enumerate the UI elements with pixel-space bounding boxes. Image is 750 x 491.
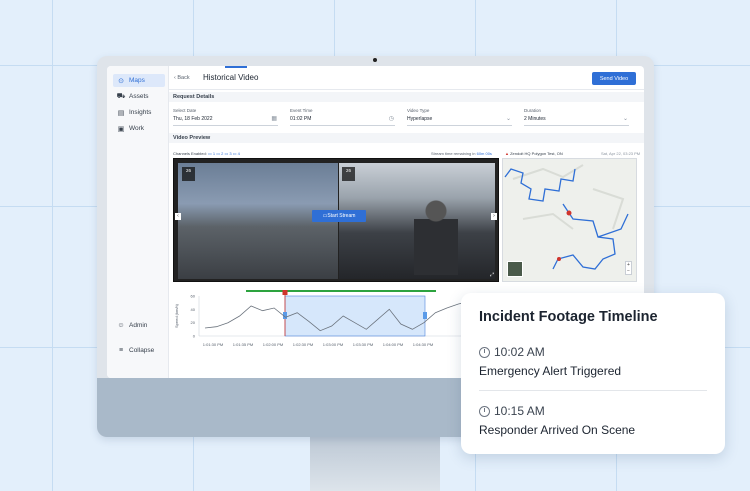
sidebar-item-label: Work bbox=[129, 125, 145, 132]
stream-time-note: Stream time remaining in 60m 00s bbox=[431, 151, 492, 156]
chevron-down-icon: ⌄ bbox=[505, 116, 511, 122]
card-title: Incident Footage Timeline bbox=[479, 309, 658, 325]
select-date-field[interactable]: Select Date Thu, 18 Feb 2022 ▦ bbox=[173, 108, 278, 126]
prev-arrow-button[interactable]: ‹ bbox=[175, 213, 181, 220]
x-tick-label: 1:04:00 PM bbox=[383, 342, 403, 347]
channel-2-toggle[interactable]: ▭ 2 bbox=[216, 151, 223, 156]
calendar-icon: ▦ bbox=[271, 116, 277, 122]
x-tick-label: 1:03:00 PM bbox=[323, 342, 343, 347]
event-marker-handle bbox=[282, 290, 288, 295]
briefcase-icon: ▣ bbox=[117, 125, 125, 133]
x-tick-label: 1:02:00 PM bbox=[263, 342, 283, 347]
video-type-select[interactable]: Video Type Hyperlapse ⌄ bbox=[407, 108, 512, 126]
sidebar-item-label: Maps bbox=[129, 77, 145, 84]
map-zoom-control[interactable]: + − bbox=[625, 261, 632, 275]
x-tick-label: 1:04:30 PM bbox=[413, 342, 433, 347]
collapse-label: Collapse bbox=[129, 347, 155, 354]
expand-icon[interactable]: ⤢ bbox=[490, 272, 494, 278]
sidebar-item-work[interactable]: ▣ Work bbox=[113, 122, 165, 135]
section-video-preview: Video Preview bbox=[169, 133, 644, 143]
y-tick-label: 0 bbox=[193, 334, 196, 339]
back-button[interactable]: ‹ Back bbox=[174, 75, 190, 81]
map-pin-icon: ⊙ bbox=[118, 77, 124, 85]
collapse-icon: ≡ bbox=[118, 347, 124, 354]
webcam bbox=[373, 58, 377, 62]
user-icon: ☺ bbox=[117, 322, 125, 329]
map-satellite-toggle[interactable] bbox=[507, 261, 523, 277]
send-video-button[interactable]: Send Video bbox=[592, 72, 636, 85]
range-handle-right bbox=[423, 312, 427, 319]
start-stream-button[interactable]: ▭ Start Stream bbox=[312, 210, 366, 222]
route-map[interactable]: + − bbox=[502, 158, 637, 282]
y-tick-label: 40 bbox=[191, 307, 196, 312]
y-axis-label: Speed (km/h) bbox=[174, 303, 179, 328]
duration-select[interactable]: Duration 2 Minutes ⌄ bbox=[524, 108, 629, 126]
monitor-stand bbox=[310, 430, 440, 491]
sidebar-item-maps[interactable]: ⊙ Maps bbox=[113, 74, 165, 87]
page-header: ‹ Back Historical Video Send Video bbox=[169, 66, 644, 90]
clock-icon bbox=[479, 405, 490, 417]
x-tick-label: 1:01:30 PM bbox=[203, 342, 223, 347]
sidebar-item-label: Admin bbox=[129, 322, 148, 329]
chevron-down-icon: ⌄ bbox=[622, 116, 628, 122]
sidebar-item-admin[interactable]: ☺ Admin bbox=[113, 319, 165, 332]
collapse-button[interactable]: ≡ Collapse bbox=[113, 344, 165, 357]
selection-range bbox=[284, 295, 426, 337]
section-request-details: Request Details bbox=[169, 92, 644, 102]
speed-chart[interactable]: Speed (km/h) 60 40 20 0 1:01:30 PM 1:01:35 PM 1… bbox=[173, 290, 503, 378]
sidebar: ⊙ Maps ⛟ Assets ▤ Insights ▣ Work ☺ Admi… bbox=[107, 66, 169, 378]
warning-icon: ▲ bbox=[505, 151, 509, 156]
incident-timeline-card: Incident Footage Timeline 10:02 AM Emerg… bbox=[461, 293, 725, 454]
event-label-1: Emergency Alert Triggered bbox=[479, 364, 622, 378]
camera-badge-right: 26 bbox=[342, 167, 355, 181]
date-stamp: Sat, Apr 22, 03:23 PM bbox=[601, 151, 641, 156]
chart-icon: ▤ bbox=[117, 109, 125, 117]
video-preview[interactable]: 26 26 ▭ Start Stream ‹ › ⤢ bbox=[173, 158, 499, 282]
x-tick-label: 1:01:35 PM bbox=[233, 342, 253, 347]
y-tick-label: 20 bbox=[191, 320, 196, 325]
location-label: ▲ Zendoit HQ Polygon Test, ON bbox=[505, 151, 563, 156]
event-label-2: Responder Arrived On Scene bbox=[479, 423, 636, 437]
event-time-2: 10:15 AM bbox=[479, 404, 545, 418]
sidebar-item-insights[interactable]: ▤ Insights bbox=[113, 106, 165, 119]
x-tick-label: 1:03:30 PM bbox=[353, 342, 373, 347]
channel-4-toggle[interactable]: ▭ 4 bbox=[233, 151, 240, 156]
sidebar-item-assets[interactable]: ⛟ Assets bbox=[113, 90, 165, 103]
channel-3-toggle[interactable]: ▭ 3 bbox=[224, 151, 231, 156]
card-divider bbox=[479, 390, 707, 391]
sidebar-item-label: Assets bbox=[129, 93, 149, 100]
channel-1-toggle[interactable]: ▭ 1 bbox=[208, 151, 215, 156]
clock-icon: ◷ bbox=[388, 116, 394, 122]
event-time-1: 10:02 AM bbox=[479, 345, 545, 359]
map-route-drawing bbox=[504, 164, 629, 270]
x-tick-label: 1:02:30 PM bbox=[293, 342, 313, 347]
camera-badge-left: 26 bbox=[182, 167, 195, 181]
driver-silhouette bbox=[414, 195, 458, 275]
event-time-field[interactable]: Event Time 01:02 PM ◷ bbox=[290, 108, 395, 126]
channels-enabled: Channels Enabled: ▭ 1 ▭ 2 ▭ 3 ▭ 4 bbox=[173, 151, 240, 156]
sidebar-item-label: Insights bbox=[129, 109, 152, 116]
next-arrow-button[interactable]: › bbox=[491, 213, 497, 220]
y-tick-label: 60 bbox=[191, 294, 196, 299]
truck-icon: ⛟ bbox=[116, 93, 126, 100]
clock-icon bbox=[479, 346, 490, 358]
page-title: Historical Video bbox=[203, 73, 259, 82]
